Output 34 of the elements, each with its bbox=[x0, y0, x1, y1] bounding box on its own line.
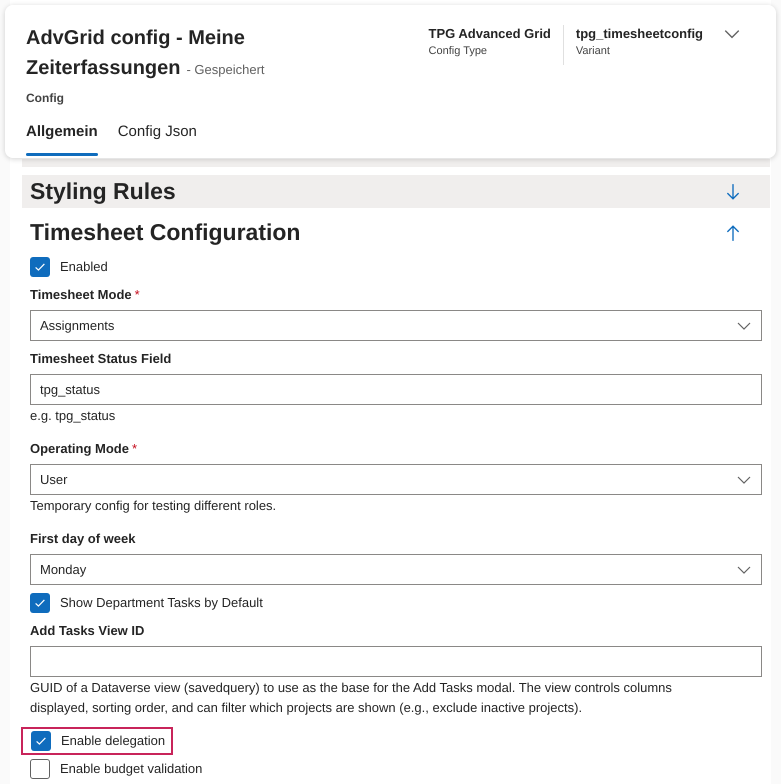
meta-value: TPG Advanced Grid bbox=[428, 25, 551, 43]
arrow-down-icon bbox=[724, 182, 742, 200]
meta-value: tpg_timesheetconfig bbox=[576, 25, 703, 43]
checkbox[interactable] bbox=[30, 257, 50, 277]
input-field[interactable] bbox=[30, 646, 762, 677]
field-label: Operating Mode bbox=[30, 440, 129, 458]
meta-label: Variant bbox=[576, 44, 611, 59]
tab[interactable]: Config Json bbox=[118, 121, 197, 156]
help-text: GUID of a Dataverse view (savedquery) to use as the base for the Add Tasks modal. The view controls columns displayed, sorting order, and can filter which projects are shown (e.g., exclude inactive projects). bbox=[30, 679, 673, 717]
field-label: Add Tasks View ID bbox=[30, 622, 144, 640]
required-marker: * bbox=[132, 440, 138, 458]
checkbox-label: Show Department Tasks by Default bbox=[60, 594, 263, 612]
help-text: Temporary config for testing different roles. bbox=[30, 497, 278, 515]
field-label: Timesheet Status Field bbox=[30, 350, 172, 368]
entity-label: Config bbox=[26, 90, 65, 107]
checkbox[interactable] bbox=[30, 593, 50, 613]
checkbox[interactable] bbox=[31, 731, 51, 751]
arrow-up-icon bbox=[724, 224, 742, 242]
field-label: Timesheet Mode bbox=[30, 286, 132, 304]
dropdown-field[interactable]: User bbox=[30, 464, 762, 495]
checkbox[interactable] bbox=[30, 759, 50, 779]
record-title: AdvGrid config - Meine Zeiterfassungen - Gespeichert bbox=[26, 26, 266, 81]
section-header[interactable]: Styling Rules bbox=[22, 175, 770, 208]
meta-label: Config Type bbox=[428, 44, 488, 59]
checkbox-label: Enable budget validation bbox=[60, 760, 202, 778]
checkbox-label: Enable delegation bbox=[61, 732, 166, 750]
required-marker: * bbox=[134, 286, 140, 304]
tab[interactable]: Allgemein bbox=[26, 121, 98, 156]
checkbox-label: Enabled bbox=[60, 258, 108, 276]
field-label: First day of week bbox=[30, 530, 136, 548]
dropdown-field[interactable]: Assignments bbox=[30, 310, 762, 341]
input-field[interactable]: tpg_status bbox=[30, 374, 762, 405]
help-text: e.g. tpg_status bbox=[30, 407, 116, 425]
dropdown-field[interactable]: Monday bbox=[30, 554, 762, 585]
